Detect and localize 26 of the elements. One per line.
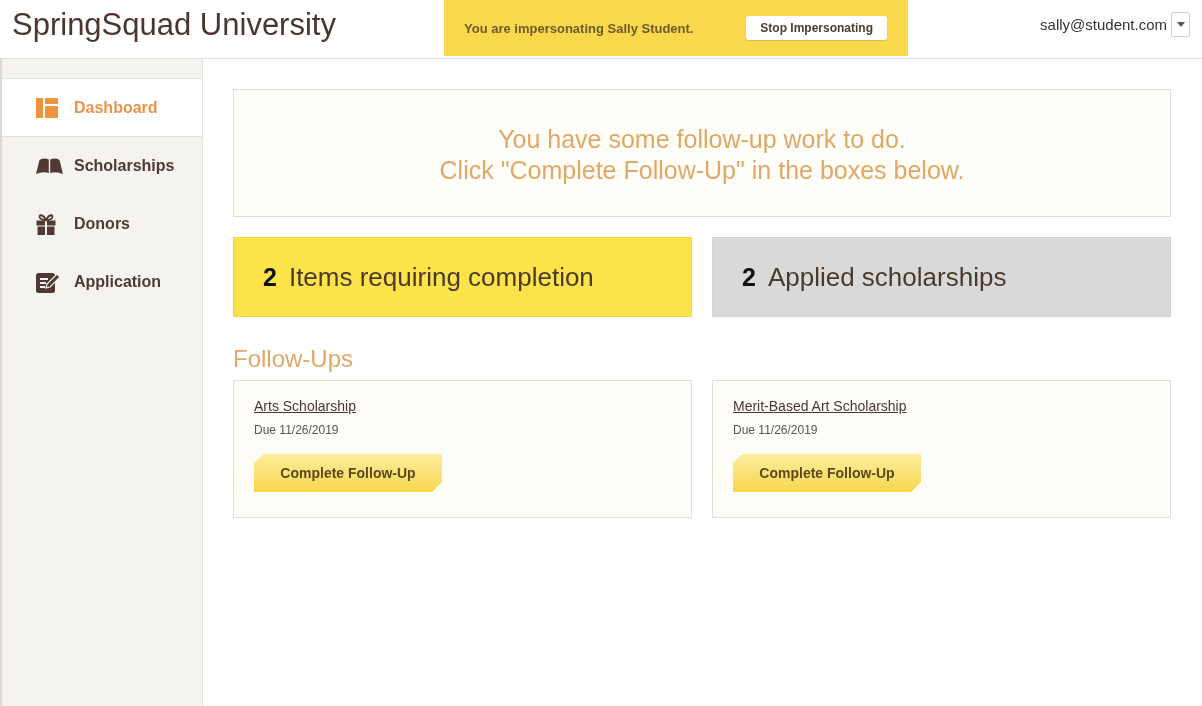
sidebar-item[interactable]: Scholarships — [2, 137, 202, 195]
note-pencil-icon — [36, 271, 60, 293]
dashboard-icon — [36, 97, 58, 118]
stat-count: 2 — [742, 262, 756, 292]
scholarship-link[interactable]: Arts Scholarship — [254, 397, 356, 415]
user-email: sally@student.com — [1040, 16, 1167, 33]
complete-follow-up-button[interactable]: Complete Follow-Up — [733, 454, 921, 492]
notice-text: Click "Complete Follow-Up" in the boxes below. — [439, 155, 965, 186]
open-book-icon — [36, 158, 63, 174]
scholarship-link[interactable]: Merit-Based Art Scholarship — [733, 397, 907, 415]
site-title: SpringSquad University — [12, 7, 336, 43]
sidebar-item[interactable]: Donors — [2, 195, 202, 253]
due-date: Due 11/26/2019 — [733, 423, 818, 437]
stat-label: Applied scholarships — [767, 261, 1007, 293]
due-date: Due 11/26/2019 — [254, 423, 339, 437]
gift-icon — [36, 213, 56, 235]
complete-follow-up-button[interactable]: Complete Follow-Up — [254, 454, 442, 492]
stop-impersonating-button[interactable]: Stop Impersonating — [746, 16, 887, 40]
stat-label: Items requiring completion — [288, 261, 594, 293]
notice-text: You have some follow-up work to do. — [498, 124, 906, 155]
user-menu-dropdown[interactable] — [1171, 12, 1190, 37]
sidebar-item[interactable]: Application — [2, 253, 202, 311]
section-heading: Follow-Ups — [233, 344, 354, 374]
impersonation-message: You are impersonating Sally Student. — [464, 20, 694, 36]
stat-count: 2 — [263, 262, 277, 292]
caret-icon — [1176, 22, 1185, 27]
